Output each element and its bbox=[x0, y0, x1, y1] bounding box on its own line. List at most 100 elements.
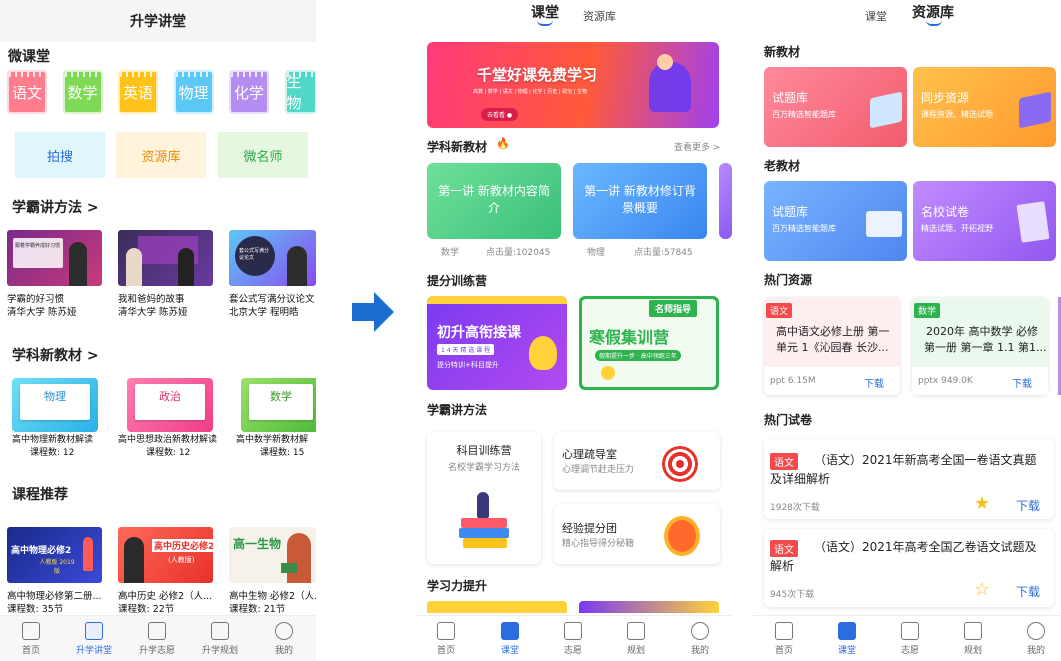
res-card-exam[interactable]: 名校试卷 精选试题、开拓视野 bbox=[913, 181, 1056, 261]
course-caption: 高中历史 必修2（人... 课程数: 22节 bbox=[118, 591, 213, 615]
tool-button[interactable]: 资源库 bbox=[116, 132, 206, 178]
textbook-card-next[interactable] bbox=[719, 163, 732, 239]
textbook-card-math[interactable]: 第一讲 新教材内容简介 bbox=[427, 163, 561, 239]
textbook-physics[interactable]: 物理 bbox=[12, 378, 98, 432]
nav-home[interactable]: 首页 bbox=[424, 622, 468, 656]
tab-classroom[interactable]: 课堂 bbox=[865, 8, 887, 24]
star-filled-icon[interactable]: ★ bbox=[974, 493, 990, 514]
alarm-clock-icon bbox=[664, 516, 700, 556]
tab-resources[interactable]: 资源库 bbox=[583, 8, 616, 24]
subject-tile[interactable]: 化学 bbox=[229, 70, 269, 114]
open-book-icon bbox=[866, 211, 902, 237]
banner-button[interactable]: 去看看 ● bbox=[481, 108, 519, 121]
download-button[interactable]: 下载 bbox=[1016, 583, 1040, 600]
resource-title: 2020年 高中数学 必修 第一册 第一章 1.1 第1... bbox=[924, 325, 1047, 354]
subject-tile[interactable]: 语文 bbox=[7, 70, 47, 114]
tool-button[interactable]: 微名师 bbox=[218, 132, 308, 178]
section-title-textbook[interactable]: 学科新教材 > bbox=[12, 345, 99, 365]
camp-card-winter[interactable]: 名师指导 寒假集训营 假期提升一步 · 高中领跑三年 bbox=[579, 296, 719, 390]
nav-volunteer[interactable]: 志愿 bbox=[551, 622, 595, 656]
star-outline-icon[interactable]: ☆ bbox=[974, 579, 990, 600]
nav-me[interactable]: 我的 bbox=[1014, 622, 1058, 656]
target-icon bbox=[662, 446, 698, 482]
nav-classroom[interactable]: 课堂 bbox=[825, 622, 869, 656]
method-card-experience[interactable]: 经验提分团 精心指导得分秘籍 bbox=[554, 504, 720, 564]
video-thumb-essay[interactable]: 套公式写满分议论文 bbox=[229, 230, 316, 286]
course-thumb-physics[interactable]: 高中物理必修2 人教版 2019版 bbox=[7, 527, 102, 583]
subject-tile[interactable]: 生物 bbox=[284, 70, 316, 114]
home-icon bbox=[22, 622, 40, 640]
subject-tile[interactable]: 数学 bbox=[62, 70, 103, 114]
screen-lecture-hall: 升学讲堂 微课堂 学霸讲方法 > 跟着学霸养成好习惯 套公式写满分议论文 学霸的… bbox=[0, 0, 316, 661]
method-card-subject[interactable]: 科目训练营 名校学霸学习方法 bbox=[427, 432, 541, 564]
textbook-subject: 数学 bbox=[249, 384, 313, 420]
video-caption: 我和爸妈的故事 清华大学 陈苏娅 bbox=[118, 294, 188, 318]
nav-volunteer[interactable]: 志愿 bbox=[888, 622, 932, 656]
card-title: 第一讲 新教材修订背景概要 bbox=[584, 184, 696, 215]
method-card-psych[interactable]: 心理疏导室 心理调节赶走压力 bbox=[554, 432, 720, 490]
tab-indicator bbox=[926, 20, 942, 26]
download-button[interactable]: 下载 bbox=[1012, 375, 1032, 390]
nav-volunteer[interactable]: 升学志愿 bbox=[135, 622, 179, 656]
card-subject: 物理 bbox=[587, 248, 606, 258]
res-card-question-bank-new[interactable]: 试题库 百万精选智能题库 bbox=[764, 67, 907, 147]
tab-resources[interactable]: 资源库 bbox=[912, 2, 954, 22]
card-title: 名校试卷 bbox=[921, 205, 970, 219]
res-card-sync[interactable]: 同步资源 课程资源、精选试题 bbox=[913, 67, 1056, 147]
graduation-cap-icon bbox=[901, 622, 919, 640]
banner[interactable]: 千堂好课免费学习 高数 | 数学 | 语文 | 物理 | 化学 | 历史 | 政… bbox=[427, 42, 719, 128]
header: 升学讲堂 bbox=[0, 0, 316, 42]
tool-button[interactable]: 拍搜 bbox=[15, 132, 105, 178]
play-icon bbox=[501, 622, 519, 640]
textbook-math[interactable]: 数学 bbox=[241, 378, 316, 432]
textbook-politics[interactable]: 政治 bbox=[127, 378, 213, 432]
nav-plan[interactable]: 升学规划 bbox=[198, 622, 242, 656]
video-thumb-habit[interactable]: 跟着学霸养成好习惯 bbox=[7, 230, 102, 286]
nav-me[interactable]: 我的 bbox=[678, 622, 722, 656]
tab-classroom[interactable]: 课堂 bbox=[531, 2, 559, 22]
more-link[interactable]: 查看更多 > bbox=[674, 140, 720, 153]
download-button[interactable]: 下载 bbox=[1016, 497, 1040, 514]
video-thumb-story[interactable] bbox=[118, 230, 213, 286]
nav-classroom[interactable]: 课堂 bbox=[488, 622, 532, 656]
paper-meta: 1928次下载 bbox=[770, 503, 820, 513]
tool-label: 资源库 bbox=[141, 149, 181, 165]
course-thumb-biology[interactable]: 高一生物 bbox=[229, 527, 316, 583]
resource-title: 高中语文必修上册 第一 单元 1《沁园春 长沙... bbox=[776, 325, 890, 354]
hot-resource-card[interactable]: 数学 2020年 高中数学 必修 第一册 第一章 1.1 第1... pptx 9… bbox=[912, 297, 1048, 395]
textbook-caption: 高中思想政治新教材解读 课程数: 12 bbox=[118, 435, 218, 458]
checklist-icon bbox=[964, 622, 982, 640]
arrow-right-icon bbox=[352, 292, 394, 332]
section-title-method: 学霸讲方法 bbox=[427, 403, 488, 417]
nav-plan[interactable]: 规划 bbox=[951, 622, 995, 656]
graduation-cap-icon bbox=[564, 622, 582, 640]
flask-icon bbox=[529, 336, 557, 370]
camp-badge: 名师指导 bbox=[649, 300, 698, 317]
nav-plan[interactable]: 规划 bbox=[614, 622, 658, 656]
reader-figure-icon bbox=[649, 62, 691, 112]
course-thumb-history[interactable]: 高中历史必修2 (人教版) bbox=[118, 527, 213, 583]
camp-card-bridge[interactable]: 初升高衔接课 1 4 天 精 选 课 程 提分特训+科目提升 bbox=[427, 296, 567, 390]
textbook-card-physics[interactable]: 第一讲 新教材修订背景概要 bbox=[573, 163, 707, 239]
nav-home[interactable]: 首页 bbox=[9, 622, 53, 656]
card-sub: 百万精选智能题库 bbox=[772, 110, 836, 119]
course-caption: 高中生物 必修2（人... 课程数: 21节 bbox=[229, 591, 316, 615]
tool-label: 拍搜 bbox=[46, 149, 73, 165]
paper-card[interactable]: 语文 （语文）2021年新高考全国一卷语文真题 及详细解析 1928次下载 ★ 下… bbox=[764, 439, 1054, 519]
res-card-question-bank-old[interactable]: 试题库 百万精选智能题库 bbox=[764, 181, 907, 261]
card-clicks: 点击量:57845 bbox=[634, 248, 693, 258]
section-title-method[interactable]: 学霸讲方法 > bbox=[12, 197, 99, 217]
paper-card[interactable]: 语文 （语文）2021年高考全国乙卷语文试题及 解析 945次下载 ☆ 下载 bbox=[764, 529, 1054, 607]
download-button[interactable]: 下载 bbox=[864, 375, 884, 390]
subject-tile[interactable]: 物理 bbox=[173, 70, 214, 114]
page-title: 升学讲堂 bbox=[130, 14, 186, 30]
thumb-sub: 人教版 2019版 bbox=[39, 559, 75, 575]
subject-tile[interactable]: 英语 bbox=[118, 70, 158, 114]
nav-home[interactable]: 首页 bbox=[762, 622, 806, 656]
card-sub: 精选试题、开拓视野 bbox=[921, 224, 993, 233]
nav-me[interactable]: 我的 bbox=[262, 622, 306, 656]
hot-resource-card[interactable]: 语文 高中语文必修上册 第一 单元 1《沁园春 长沙... ppt 6.15M 下… bbox=[764, 297, 900, 395]
nav-lecture[interactable]: 升学讲堂 bbox=[72, 622, 116, 656]
section-title-hot-resources: 热门资源 bbox=[764, 273, 813, 287]
thumb-text: 套公式写满分议论文 bbox=[239, 248, 270, 261]
